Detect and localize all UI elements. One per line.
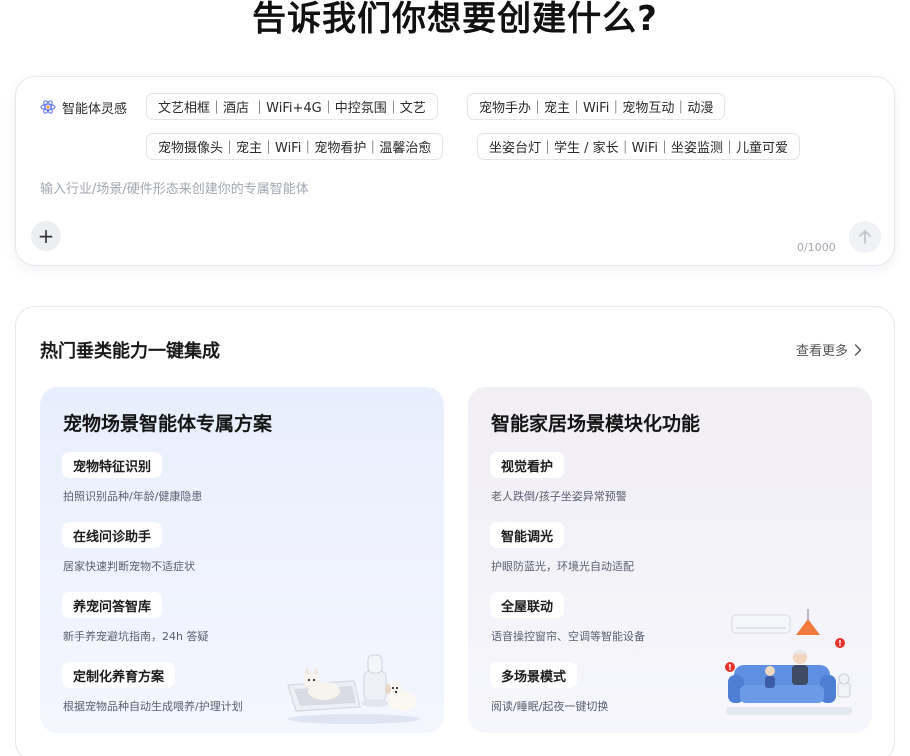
svg-text:!: ! bbox=[838, 639, 842, 648]
feature-desc: 老人跌倒/孩子坐姿异常预警 bbox=[491, 490, 627, 503]
card-title: 宠物场景智能体专属方案 bbox=[63, 413, 273, 435]
feature-desc: 阅读/睡眠/起夜一键切换 bbox=[491, 700, 609, 713]
inspiration-label: 智能体灵感 bbox=[40, 97, 127, 117]
feature-desc: 护眼防蓝光，环境光自动适配 bbox=[491, 560, 634, 573]
page-title: 告诉我们你想要创建什么? bbox=[252, 0, 658, 39]
feature-desc: 语音操控窗帘、空调等智能设备 bbox=[491, 630, 645, 643]
feature-tag: 在线问诊助手 bbox=[62, 522, 163, 548]
feature-desc: 根据宠物品种自动生成喂养/护理计划 bbox=[63, 700, 243, 713]
atom-icon bbox=[40, 100, 56, 114]
inspiration-chip[interactable]: 宠物手办｜宠主｜WiFi｜宠物互动｜动漫 bbox=[467, 93, 726, 120]
svg-text:!: ! bbox=[728, 663, 732, 672]
inspiration-chip[interactable]: 宠物摄像头｜宠主｜WiFi｜宠物看护｜温馨治愈 bbox=[146, 133, 444, 160]
vertical-capabilities-panel: 热门垂类能力一键集成 查看更多 宠物场景智能体专属方案 宠物特征识别 拍照识别品… bbox=[15, 306, 895, 756]
feature-tag: 多场景模式 bbox=[490, 662, 578, 688]
pet-illustration bbox=[287, 654, 420, 724]
feature-desc: 居家快速判断宠物不适症状 bbox=[63, 560, 195, 573]
card-title: 智能家居场景模块化功能 bbox=[491, 413, 701, 435]
smart-home-card[interactable]: 智能家居场景模块化功能 视觉看护 老人跌倒/孩子坐姿异常预警 智能调光 护眼防蓝… bbox=[468, 387, 872, 733]
char-counter: 0/1000 bbox=[797, 241, 836, 254]
prompt-input[interactable]: 输入行业/场景/硬件形态来创建你的专属智能体 bbox=[40, 178, 309, 197]
pet-solution-card[interactable]: 宠物场景智能体专属方案 宠物特征识别 拍照识别品种/年龄/健康隐患 在线问诊助手… bbox=[40, 387, 444, 733]
feature-tag: 全屋联动 bbox=[490, 592, 565, 618]
inspiration-chip[interactable]: 文艺相框｜酒店 ｜WiFi+4G｜中控氛围｜文艺 bbox=[146, 93, 438, 120]
prompt-composer: 智能体灵感 文艺相框｜酒店 ｜WiFi+4G｜中控氛围｜文艺 宠物手办｜宠主｜W… bbox=[15, 76, 895, 266]
inspiration-chip[interactable]: 坐姿台灯｜学生 / 家长｜WiFi｜坐姿监测｜儿童可爱 bbox=[477, 133, 800, 160]
view-more-label: 查看更多 bbox=[796, 344, 849, 359]
section-title: 热门垂类能力一键集成 bbox=[40, 341, 220, 362]
arrow-up-icon bbox=[859, 230, 871, 244]
feature-tag: 宠物特征识别 bbox=[62, 452, 163, 478]
feature-tag: 定制化养育方案 bbox=[62, 662, 176, 688]
add-attachment-button[interactable]: + bbox=[31, 221, 61, 251]
feature-tag: 养宠问答智库 bbox=[62, 592, 163, 618]
feature-desc: 新手养宠避坑指南，24h 答疑 bbox=[63, 630, 209, 643]
chevron-right-icon bbox=[854, 343, 862, 356]
feature-desc: 拍照识别品种/年龄/健康隐患 bbox=[63, 490, 203, 503]
inspiration-label-text: 智能体灵感 bbox=[62, 101, 128, 117]
feature-tag: 智能调光 bbox=[490, 522, 565, 548]
feature-tag: 视觉看护 bbox=[490, 452, 565, 478]
send-button[interactable] bbox=[849, 221, 881, 253]
smart-home-illustration: ! ! bbox=[725, 609, 852, 715]
view-more-link[interactable]: 查看更多 bbox=[796, 340, 862, 359]
